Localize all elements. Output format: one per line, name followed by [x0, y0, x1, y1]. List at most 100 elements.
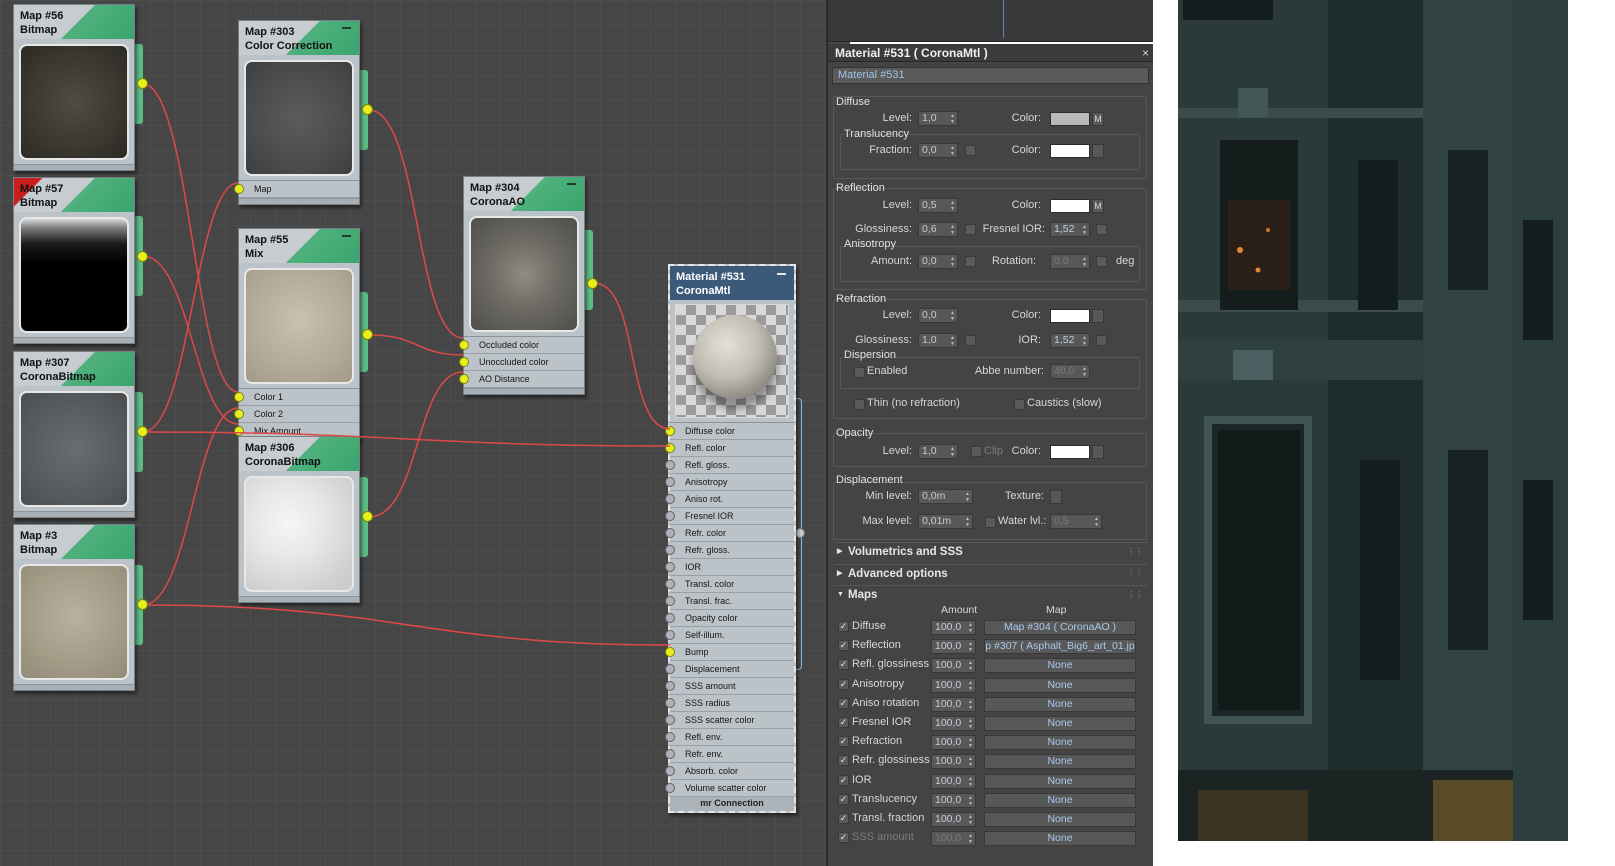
map-slot-button[interactable]: None	[984, 812, 1136, 827]
input-socket[interactable]	[665, 579, 675, 589]
input-socket[interactable]	[665, 562, 675, 572]
material-input-row[interactable]: Self-illum.	[665, 627, 794, 644]
input-socket[interactable]	[234, 409, 244, 419]
map-slot-button[interactable]: None	[984, 754, 1136, 770]
material-input-row[interactable]: Refr. env.	[665, 746, 794, 763]
water-level-checkbox[interactable]	[985, 517, 996, 528]
opacity-level-spinner[interactable]: 1,0	[918, 444, 958, 459]
input-socket[interactable]	[665, 477, 675, 487]
map-amount-spinner[interactable]: 100,0	[931, 716, 976, 731]
displacement-texture-button[interactable]	[1050, 490, 1062, 504]
refraction-map-button[interactable]	[1092, 309, 1104, 323]
opacity-color-swatch[interactable]	[1050, 445, 1090, 459]
map-enabled-checkbox[interactable]: ✓	[838, 621, 849, 632]
opacity-clip-checkbox[interactable]	[971, 446, 982, 457]
map-enabled-checkbox[interactable]: ✓	[838, 640, 849, 652]
refraction-glossiness-checkbox[interactable]	[965, 335, 976, 346]
water-level-spinner[interactable]: 0,5	[1050, 514, 1102, 529]
map-enabled-checkbox[interactable]: ✓	[838, 832, 849, 844]
material-input-row[interactable]: Anisotropy	[665, 474, 794, 491]
socket-row[interactable]: Occluded color	[459, 337, 584, 354]
output-socket[interactable]	[362, 329, 373, 340]
input-socket[interactable]	[459, 357, 469, 367]
thin-refraction-checkbox[interactable]	[854, 399, 865, 410]
input-socket[interactable]	[665, 426, 675, 436]
anisotropy-amount-spinner[interactable]: 0,0	[918, 254, 958, 269]
translucency-fraction-spinner[interactable]: 0,0	[918, 143, 958, 158]
anisotropy-rotation-checkbox[interactable]	[1096, 256, 1107, 267]
input-socket[interactable]	[665, 783, 675, 793]
map-enabled-checkbox[interactable]: ✓	[838, 717, 849, 728]
node-header[interactable]: Map #55 Mix	[239, 229, 359, 263]
input-socket[interactable]	[459, 340, 469, 350]
reflection-map-button[interactable]: M	[1092, 199, 1104, 213]
input-socket[interactable]	[665, 647, 675, 657]
map-amount-spinner[interactable]: 100,0	[931, 831, 976, 847]
translucency-map-checkbox[interactable]	[965, 145, 976, 156]
node-header[interactable]: Map #57 Bitmap	[14, 178, 134, 212]
socket-row[interactable]: AO Distance	[459, 371, 584, 388]
opacity-map-button[interactable]	[1092, 445, 1104, 459]
map-slot-button[interactable]: None	[984, 792, 1136, 808]
material-input-row[interactable]: Displacement	[665, 661, 794, 678]
abbe-number-spinner[interactable]: 40,0	[1050, 364, 1090, 379]
map-enabled-checkbox[interactable]: ✓	[838, 793, 849, 805]
input-socket[interactable]	[234, 184, 244, 194]
node-map304-coronaao[interactable]: Map #304 CoronaAO Occluded color Unocclud…	[459, 176, 585, 395]
material-input-row[interactable]: Transl. color	[665, 576, 794, 593]
material-input-row[interactable]: Volume scatter color	[665, 780, 794, 797]
socket-row[interactable]: Unoccluded color	[459, 354, 584, 371]
reflection-color-swatch[interactable]	[1050, 199, 1090, 213]
material-input-row[interactable]: SSS scatter color	[665, 712, 794, 729]
material-name-field[interactable]: Material #531	[832, 67, 1149, 84]
minimize-icon[interactable]	[342, 235, 351, 237]
material-input-row[interactable]: SSS radius	[665, 695, 794, 712]
diffuse-color-swatch[interactable]	[1050, 112, 1090, 126]
node-map55-mix[interactable]: Map #55 Mix Color 1 Color 2 Mix Amount	[234, 228, 360, 441]
input-socket[interactable]	[665, 664, 675, 674]
output-socket[interactable]	[137, 599, 148, 610]
map-slot-button[interactable]: p #307 ( Asphalt_Big6_art_01.jp	[984, 639, 1136, 655]
fresnel-ior-checkbox[interactable]	[1096, 224, 1107, 235]
node-material531-coronamtl[interactable]: Material #531 CoronaMtl Diffuse color Refl…	[665, 264, 796, 813]
node-header[interactable]: Map #3 Bitmap	[14, 525, 134, 559]
refraction-glossiness-spinner[interactable]: 1,0	[918, 333, 958, 348]
node-map307-coronabitmap[interactable]: Map #307 CoronaBitmap	[13, 351, 135, 518]
min-level-spinner[interactable]: 0,0m	[918, 489, 973, 504]
output-socket[interactable]	[137, 426, 148, 437]
map-amount-spinner[interactable]: 100,0	[931, 620, 976, 635]
ior-spinner[interactable]: 1,52	[1050, 333, 1090, 348]
map-amount-spinner[interactable]: 100,0	[931, 677, 976, 693]
input-socket[interactable]	[234, 426, 244, 436]
material-input-row[interactable]: Fresnel IOR	[665, 508, 794, 525]
map-enabled-checkbox[interactable]: ✓	[838, 697, 849, 709]
input-socket[interactable]	[665, 596, 675, 606]
node-scroll-handle[interactable]	[795, 528, 805, 538]
map-enabled-checkbox[interactable]: ✓	[838, 678, 849, 690]
input-socket[interactable]	[665, 732, 675, 742]
node-header[interactable]: Map #56 Bitmap	[14, 5, 134, 39]
socket-row[interactable]: Map	[234, 181, 359, 198]
output-socket[interactable]	[137, 251, 148, 262]
output-socket[interactable]	[362, 104, 373, 115]
minimize-icon[interactable]	[777, 273, 786, 275]
map-enabled-checkbox[interactable]: ✓	[838, 774, 849, 786]
map-slot-button[interactable]: None	[984, 716, 1136, 731]
material-input-row[interactable]: Refl. gloss.	[665, 457, 794, 474]
map-slot-button[interactable]: None	[984, 677, 1136, 693]
input-socket[interactable]	[665, 528, 675, 538]
map-enabled-checkbox[interactable]: ✓	[838, 659, 849, 671]
material-input-row[interactable]: Refr. gloss.	[665, 542, 794, 559]
node-header[interactable]: Map #304 CoronaAO	[464, 177, 584, 211]
material-input-row[interactable]: Refl. color	[665, 440, 794, 457]
map-amount-spinner[interactable]: 100,0	[931, 773, 976, 789]
reflection-level-spinner[interactable]: 0,5	[918, 198, 958, 213]
material-input-row[interactable]: Aniso rot.	[665, 491, 794, 508]
node-map306-coronabitmap[interactable]: Map #306 CoronaBitmap	[238, 436, 360, 603]
translucency-map-button[interactable]	[1092, 144, 1104, 158]
socket-row[interactable]: Color 2	[234, 406, 359, 423]
output-socket[interactable]	[362, 511, 373, 522]
input-socket[interactable]	[665, 613, 675, 623]
node-header[interactable]: Map #306 CoronaBitmap	[239, 437, 359, 471]
input-socket[interactable]	[665, 443, 675, 453]
